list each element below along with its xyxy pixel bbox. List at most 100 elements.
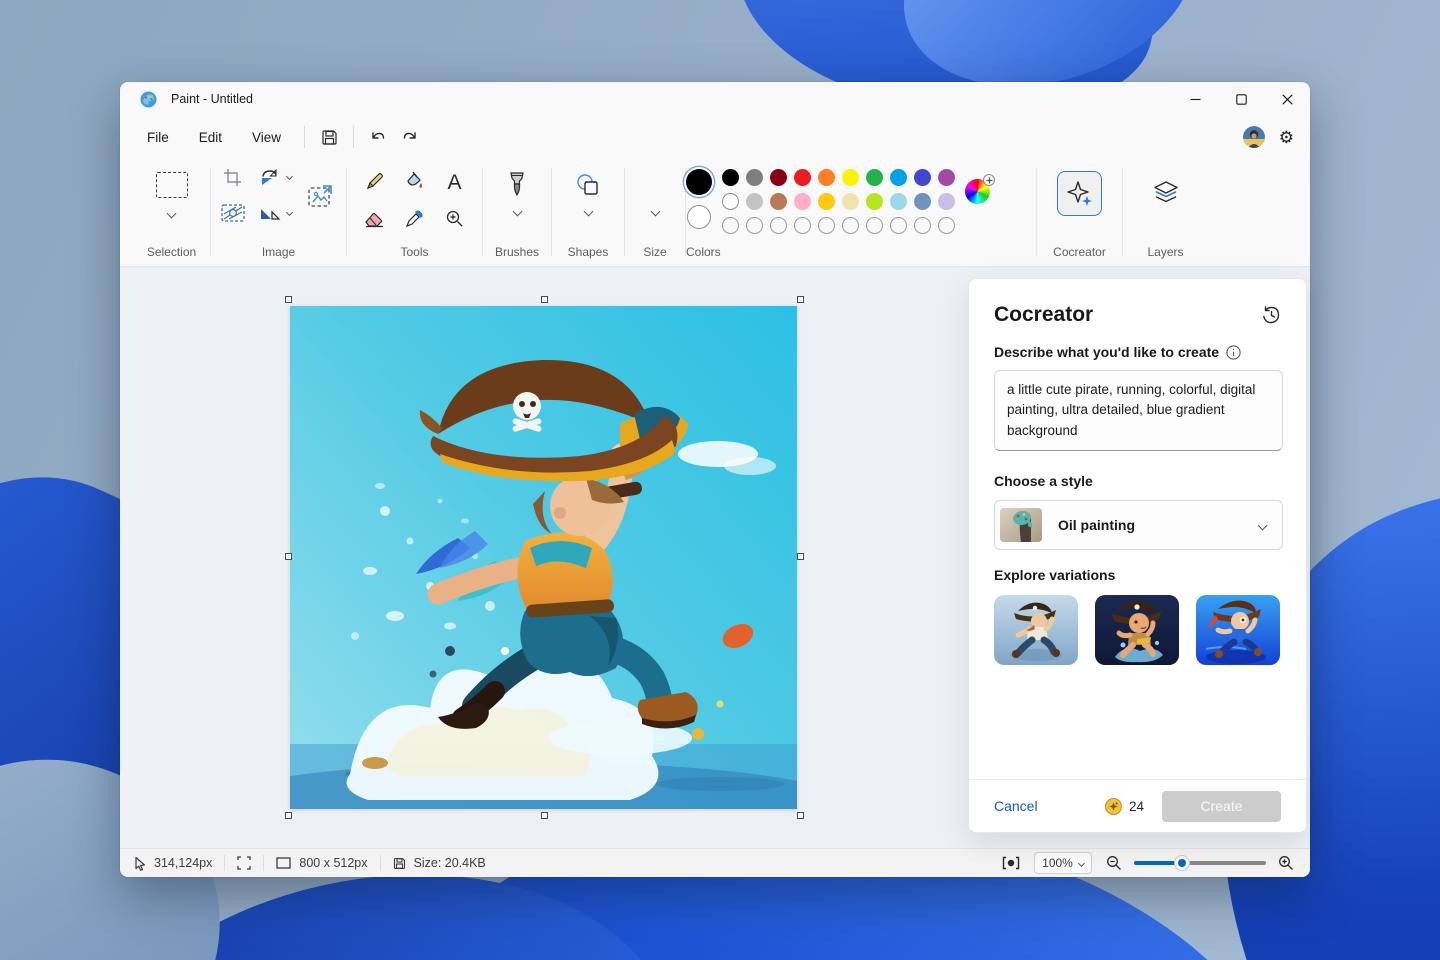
selection-handle[interactable] [285,553,292,560]
color-swatch[interactable] [746,169,763,186]
zoom-slider-track[interactable] [1134,861,1266,865]
selection-tool-icon[interactable] [156,172,188,198]
empty-color-slot[interactable] [890,217,907,234]
cancel-button[interactable]: Cancel [994,798,1038,814]
color-swatch[interactable] [914,193,931,210]
chevron-down-icon[interactable] [167,209,177,219]
zoom-slider-thumb[interactable] [1175,856,1189,870]
maximize-button[interactable] [1218,82,1264,116]
empty-color-slot[interactable] [938,217,955,234]
line-size-icon[interactable] [642,170,668,200]
color-swatch[interactable] [890,169,907,186]
shapes-icon[interactable] [575,170,601,200]
menu-edit[interactable]: Edit [184,124,237,151]
magnifier-tool-icon[interactable] [445,209,464,233]
zoom-out-icon[interactable] [1106,855,1122,871]
color-swatch[interactable] [842,169,859,186]
chevron-down-icon [1078,859,1085,866]
crop-icon[interactable] [223,168,242,187]
history-icon[interactable] [1261,305,1281,325]
empty-color-slot[interactable] [746,217,763,234]
group-label: Size [643,245,666,259]
color-swatch[interactable] [842,193,859,210]
color-swatch[interactable] [770,193,787,210]
zoom-slider[interactable] [1134,856,1266,870]
selection-handle[interactable] [797,296,804,303]
color-swatch[interactable] [794,193,811,210]
undo-button[interactable] [362,122,394,152]
fit-to-window-icon[interactable] [1002,856,1020,870]
empty-color-slot[interactable] [866,217,883,234]
create-button[interactable]: Create [1162,791,1281,822]
window-title: Paint - Untitled [171,92,253,106]
color-swatch[interactable] [818,169,835,186]
empty-color-slot[interactable] [794,217,811,234]
zoom-in-icon[interactable] [1278,855,1294,871]
minimize-button[interactable] [1172,82,1218,116]
foreground-color-swatch[interactable] [686,169,712,195]
fill-tool-icon[interactable] [404,171,425,196]
style-dropdown[interactable]: Oil painting [994,500,1283,550]
divider [224,855,225,871]
background-color-swatch[interactable] [687,205,711,229]
save-button[interactable] [313,122,345,152]
zoom-level-dropdown[interactable]: 100% [1034,852,1092,874]
selection-handle[interactable] [797,553,804,560]
variation-thumbnail-1[interactable] [994,595,1078,665]
chevron-down-icon[interactable] [512,207,522,217]
menu-file[interactable]: File [132,124,184,151]
remove-background-icon[interactable] [221,204,245,222]
shapes-group: Shapes [552,158,624,266]
eraser-tool-icon[interactable] [364,210,385,233]
variation-thumbnail-2[interactable] [1095,595,1179,665]
color-swatch[interactable] [890,193,907,210]
color-swatch[interactable] [722,193,739,210]
empty-color-slot[interactable] [770,217,787,234]
info-icon[interactable] [1226,345,1241,360]
empty-color-slot[interactable] [914,217,931,234]
chevron-down-icon[interactable] [286,173,293,180]
selection-handle[interactable] [285,812,292,819]
color-swatch[interactable] [938,169,955,186]
chevron-down-icon[interactable] [286,209,293,216]
edit-colors-button[interactable] [965,179,990,204]
selection-handle[interactable] [797,812,804,819]
selection-handle[interactable] [285,296,292,303]
color-swatch[interactable] [794,169,811,186]
color-swatch[interactable] [722,169,739,186]
empty-color-slot[interactable] [818,217,835,234]
empty-color-slot[interactable] [842,217,859,234]
settings-gear-icon[interactable]: ⚙ [1279,129,1294,146]
canvas-size-value: 800 x 512px [299,856,367,870]
account-avatar[interactable] [1243,126,1265,148]
redo-button[interactable] [394,122,426,152]
color-swatch[interactable] [818,193,835,210]
color-swatch[interactable] [914,169,931,186]
prompt-input[interactable]: a little cute pirate, running, colorful,… [994,370,1283,451]
color-swatch[interactable] [938,193,955,210]
cocreator-button[interactable] [1057,171,1102,216]
text-tool-icon[interactable]: A [447,171,461,195]
color-swatch[interactable] [770,169,787,186]
variation-thumbnail-3[interactable] [1196,595,1280,665]
resize-image-icon[interactable] [307,184,333,210]
color-swatch[interactable] [866,169,883,186]
layers-icon[interactable] [1152,178,1180,208]
empty-color-slot[interactable] [722,217,739,234]
color-swatch[interactable] [746,193,763,210]
color-swatch[interactable] [866,193,883,210]
flip-icon[interactable] [259,206,281,222]
menu-view[interactable]: View [237,124,296,151]
variations-label: Explore variations [994,567,1281,583]
rotate-icon[interactable] [259,168,281,186]
chevron-down-icon[interactable] [650,207,660,217]
close-button[interactable] [1264,82,1310,116]
eyedropper-tool-icon[interactable] [405,209,424,233]
plus-icon [983,174,995,186]
pencil-tool-icon[interactable] [365,171,385,196]
chevron-down-icon[interactable] [583,207,593,217]
selection-handle[interactable] [541,812,548,819]
selection-handle[interactable] [541,296,548,303]
canvas-image[interactable] [290,306,797,809]
brush-icon[interactable] [507,170,527,200]
